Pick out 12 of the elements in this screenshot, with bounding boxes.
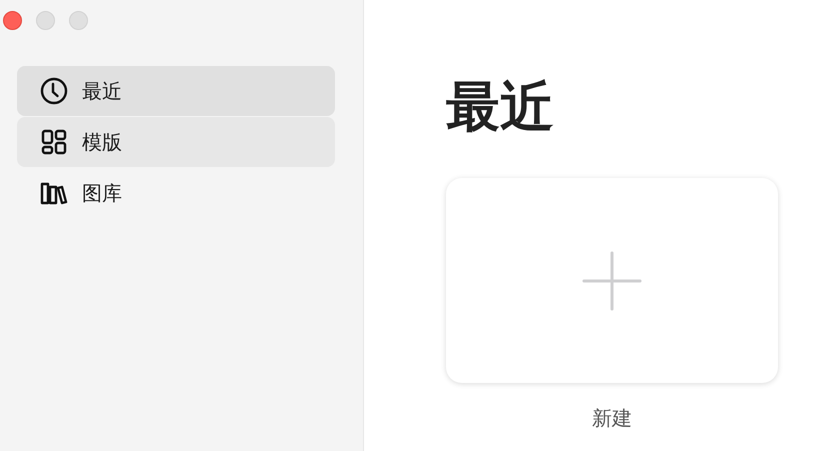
window-close-button[interactable] bbox=[3, 11, 22, 30]
window-minimize-button[interactable] bbox=[36, 11, 55, 30]
page-title: 最近 bbox=[446, 74, 554, 140]
sidebar-item[interactable]: 模版 bbox=[17, 117, 335, 167]
clock-icon bbox=[40, 77, 68, 105]
sidebar-item[interactable]: 图库 bbox=[17, 168, 335, 218]
plus-icon bbox=[582, 250, 642, 310]
new-label: 新建 bbox=[592, 405, 632, 432]
layout-grid-icon bbox=[40, 128, 68, 156]
window-zoom-button[interactable] bbox=[69, 11, 88, 30]
new-document-card[interactable] bbox=[446, 178, 778, 383]
sidebar-item[interactable]: 最近 bbox=[17, 66, 335, 116]
